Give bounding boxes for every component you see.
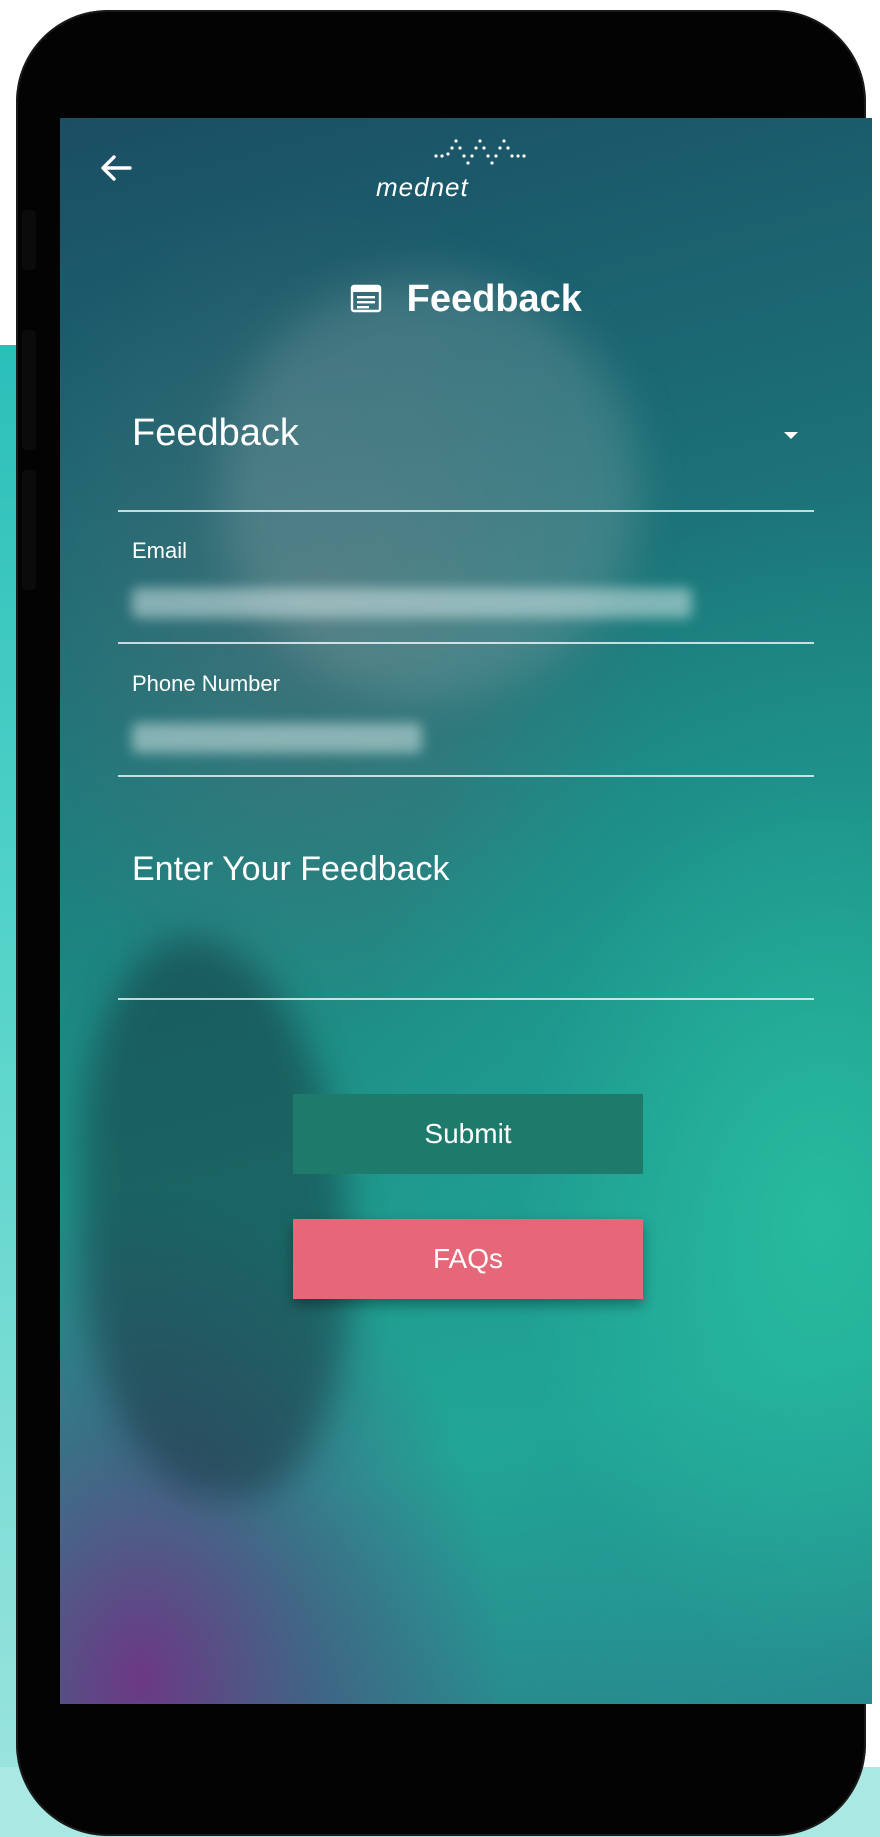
feedback-textarea[interactable]: Enter Your Feedback bbox=[118, 798, 814, 1000]
phone-side-button bbox=[22, 210, 36, 270]
phone-volume-up-button bbox=[22, 330, 36, 450]
app-logo: mednet bbox=[372, 130, 572, 210]
submit-button[interactable]: Submit bbox=[293, 1094, 643, 1174]
app-screen: mednet Feedback Feedback Email Phone Num… bbox=[60, 118, 872, 1704]
feedback-type-value: Feedback bbox=[132, 412, 299, 454]
faqs-button[interactable]: FAQs bbox=[293, 1219, 643, 1299]
page-title-text: Feedback bbox=[406, 278, 582, 320]
background-photo-shadow bbox=[80, 938, 350, 1498]
phone-number-label: Phone Number bbox=[132, 671, 280, 696]
email-field[interactable]: Email bbox=[118, 530, 814, 644]
arrow-left-icon bbox=[101, 155, 132, 181]
page-title: Feedback bbox=[60, 278, 872, 321]
caret-down-icon[interactable] bbox=[784, 432, 798, 439]
feedback-type-select[interactable]: Feedback bbox=[118, 398, 814, 512]
mednet-waveform-icon bbox=[434, 139, 526, 165]
feedback-form-icon bbox=[350, 280, 382, 313]
email-label: Email bbox=[132, 538, 188, 563]
phone-frame: mednet Feedback Feedback Email Phone Num… bbox=[16, 10, 872, 1836]
email-value-redacted bbox=[132, 588, 692, 618]
phone-volume-down-button bbox=[22, 470, 36, 590]
back-arrow-icon[interactable] bbox=[96, 148, 136, 188]
feedback-placeholder: Enter Your Feedback bbox=[132, 850, 450, 888]
app-wordmark: mednet bbox=[376, 172, 469, 202]
phone-number-value-redacted bbox=[132, 723, 422, 753]
phone-number-field[interactable]: Phone Number bbox=[118, 663, 814, 777]
